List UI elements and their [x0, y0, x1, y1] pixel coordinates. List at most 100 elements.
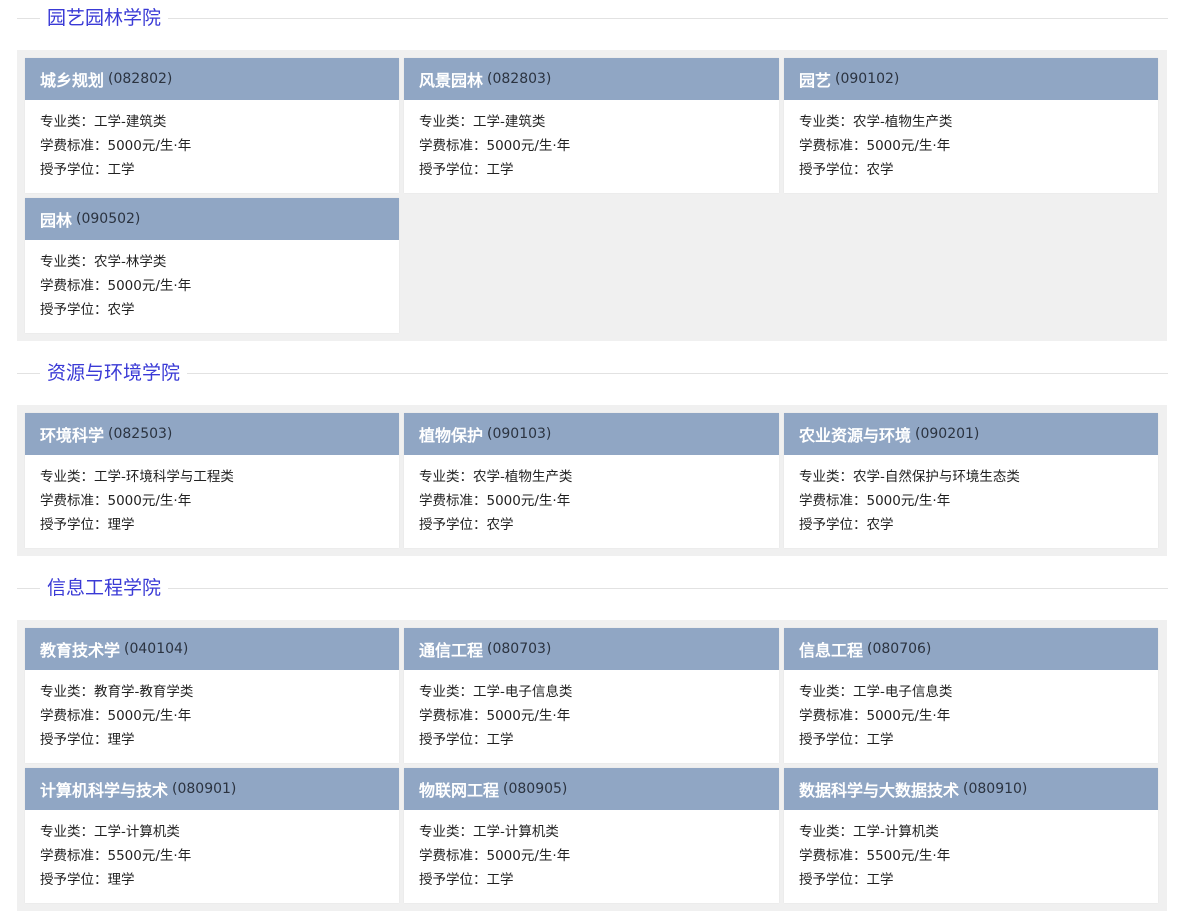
section-title: 信息工程学院	[40, 574, 169, 602]
major-card-body: 专业类：农学-林学类 学费标准：5000元/生·年 授予学位：农学	[25, 240, 399, 325]
major-card[interactable]: 园艺 (090102) 专业类：农学-植物生产类 学费标准：5000元/生·年 …	[784, 58, 1158, 193]
major-card[interactable]: 数据科学与大数据技术 (080910) 专业类：工学-计算机类 学费标准：550…	[784, 768, 1158, 903]
major-card[interactable]: 园林 (090502) 专业类：农学-林学类 学费标准：5000元/生·年 授予…	[25, 198, 399, 333]
major-card-header[interactable]: 农业资源与环境 (090201)	[784, 413, 1158, 455]
major-category: 专业类：工学-建筑类	[40, 114, 167, 130]
major-card[interactable]: 计算机科学与技术 (080901) 专业类：工学-计算机类 学费标准：5500元…	[25, 768, 399, 903]
section-header: 资源与环境学院	[0, 355, 1189, 391]
major-name-link[interactable]: 植物保护	[419, 422, 483, 446]
major-fee: 学费标准：5000元/生·年	[799, 708, 951, 724]
major-code: (040104)	[124, 641, 189, 657]
major-code: (080706)	[867, 641, 932, 657]
section-divider	[17, 588, 1168, 589]
major-code: (080910)	[963, 781, 1028, 797]
major-fee: 学费标准：5500元/生·年	[40, 848, 192, 864]
major-category: 专业类：工学-计算机类	[419, 824, 559, 840]
major-fee: 学费标准：5000元/生·年	[40, 278, 192, 294]
major-code: (090201)	[915, 426, 980, 442]
major-fee: 学费标准：5000元/生·年	[419, 493, 571, 509]
major-card[interactable]: 教育技术学 (040104) 专业类：教育学-教育学类 学费标准：5000元/生…	[25, 628, 399, 763]
major-name-link[interactable]: 农业资源与环境	[799, 422, 911, 446]
major-card[interactable]: 植物保护 (090103) 专业类：农学-植物生产类 学费标准：5000元/生·…	[404, 413, 779, 548]
major-degree: 授予学位：工学	[40, 162, 135, 178]
major-card-body: 专业类：工学-建筑类 学费标准：5000元/生·年 授予学位：工学	[404, 100, 779, 185]
major-code: (082803)	[487, 71, 552, 87]
major-card[interactable]: 环境科学 (082503) 专业类：工学-环境科学与工程类 学费标准：5000元…	[25, 413, 399, 548]
major-category: 专业类：工学-计算机类	[799, 824, 939, 840]
major-name-link[interactable]: 计算机科学与技术	[40, 777, 168, 801]
major-card-header[interactable]: 信息工程 (080706)	[784, 628, 1158, 670]
major-fee: 学费标准：5000元/生·年	[40, 493, 192, 509]
major-category: 专业类：工学-环境科学与工程类	[40, 469, 234, 485]
major-name-link[interactable]: 风景园林	[419, 67, 483, 91]
major-fee: 学费标准：5000元/生·年	[799, 493, 951, 509]
major-degree: 授予学位：农学	[799, 517, 894, 533]
major-card[interactable]: 城乡规划 (082802) 专业类：工学-建筑类 学费标准：5000元/生·年 …	[25, 58, 399, 193]
major-card[interactable]: 信息工程 (080706) 专业类：工学-电子信息类 学费标准：5000元/生·…	[784, 628, 1158, 763]
major-category: 专业类：工学-电子信息类	[799, 684, 953, 700]
major-name-link[interactable]: 教育技术学	[40, 637, 120, 661]
major-card-header[interactable]: 风景园林 (082803)	[404, 58, 779, 100]
major-card-body: 专业类：工学-电子信息类 学费标准：5000元/生·年 授予学位：工学	[784, 670, 1158, 755]
major-fee: 学费标准：5000元/生·年	[40, 708, 192, 724]
college-section-horticulture: 园艺园林学院 城乡规划 (082802) 专业类：工学-建筑类 学费标准：500…	[0, 0, 1189, 341]
major-card[interactable]: 通信工程 (080703) 专业类：工学-电子信息类 学费标准：5000元/生·…	[404, 628, 779, 763]
major-card-body: 专业类：农学-植物生产类 学费标准：5000元/生·年 授予学位：农学	[404, 455, 779, 540]
major-card-header[interactable]: 植物保护 (090103)	[404, 413, 779, 455]
major-card[interactable]: 风景园林 (082803) 专业类：工学-建筑类 学费标准：5000元/生·年 …	[404, 58, 779, 193]
major-degree: 授予学位：工学	[799, 732, 894, 748]
major-card-header[interactable]: 环境科学 (082503)	[25, 413, 399, 455]
major-code: (090102)	[835, 71, 900, 87]
major-name-link[interactable]: 园艺	[799, 67, 831, 91]
major-card-header[interactable]: 通信工程 (080703)	[404, 628, 779, 670]
major-card-body: 专业类：农学-植物生产类 学费标准：5000元/生·年 授予学位：农学	[784, 100, 1158, 185]
section-divider	[17, 373, 1168, 374]
major-card-header[interactable]: 园林 (090502)	[25, 198, 399, 240]
section-header: 信息工程学院	[0, 570, 1189, 606]
major-card[interactable]: 物联网工程 (080905) 专业类：工学-计算机类 学费标准：5000元/生·…	[404, 768, 779, 903]
college-section-information-engineering: 信息工程学院 教育技术学 (040104) 专业类：教育学-教育学类 学费标准：…	[0, 570, 1189, 911]
major-name-link[interactable]: 环境科学	[40, 422, 104, 446]
major-code: (080703)	[487, 641, 552, 657]
major-code: (090103)	[487, 426, 552, 442]
major-card-body: 专业类：教育学-教育学类 学费标准：5000元/生·年 授予学位：理学	[25, 670, 399, 755]
major-card-header[interactable]: 计算机科学与技术 (080901)	[25, 768, 399, 810]
major-fee: 学费标准：5000元/生·年	[419, 138, 571, 154]
major-fee: 学费标准：5500元/生·年	[799, 848, 951, 864]
major-card-header[interactable]: 城乡规划 (082802)	[25, 58, 399, 100]
major-card-body: 专业类：工学-电子信息类 学费标准：5000元/生·年 授予学位：工学	[404, 670, 779, 755]
major-name-link[interactable]: 数据科学与大数据技术	[799, 777, 959, 801]
major-card-header[interactable]: 数据科学与大数据技术 (080910)	[784, 768, 1158, 810]
major-degree: 授予学位：理学	[40, 732, 135, 748]
major-code: (080905)	[503, 781, 568, 797]
major-card-header[interactable]: 园艺 (090102)	[784, 58, 1158, 100]
major-code: (090502)	[76, 211, 141, 227]
major-degree: 授予学位：工学	[419, 872, 514, 888]
major-card-body: 专业类：工学-计算机类 学费标准：5500元/生·年 授予学位：理学	[25, 810, 399, 895]
major-degree: 授予学位：工学	[419, 162, 514, 178]
major-name-link[interactable]: 通信工程	[419, 637, 483, 661]
major-degree: 授予学位：农学	[799, 162, 894, 178]
major-degree: 授予学位：工学	[799, 872, 894, 888]
major-grid: 教育技术学 (040104) 专业类：教育学-教育学类 学费标准：5000元/生…	[17, 620, 1167, 911]
major-card-body: 专业类：工学-计算机类 学费标准：5500元/生·年 授予学位：工学	[784, 810, 1158, 895]
major-name-link[interactable]: 城乡规划	[40, 67, 104, 91]
major-code: (080901)	[172, 781, 237, 797]
major-category: 专业类：工学-计算机类	[40, 824, 180, 840]
major-degree: 授予学位：农学	[40, 302, 135, 318]
major-grid: 环境科学 (082503) 专业类：工学-环境科学与工程类 学费标准：5000元…	[17, 405, 1167, 556]
major-card-body: 专业类：工学-建筑类 学费标准：5000元/生·年 授予学位：工学	[25, 100, 399, 185]
major-name-link[interactable]: 园林	[40, 207, 72, 231]
major-grid: 城乡规划 (082802) 专业类：工学-建筑类 学费标准：5000元/生·年 …	[17, 50, 1167, 341]
major-card-header[interactable]: 教育技术学 (040104)	[25, 628, 399, 670]
major-fee: 学费标准：5000元/生·年	[419, 848, 571, 864]
major-degree: 授予学位：工学	[419, 732, 514, 748]
major-code: (082802)	[108, 71, 173, 87]
major-card-header[interactable]: 物联网工程 (080905)	[404, 768, 779, 810]
major-name-link[interactable]: 信息工程	[799, 637, 863, 661]
major-category: 专业类：农学-自然保护与环境生态类	[799, 469, 1020, 485]
major-code: (082503)	[108, 426, 173, 442]
major-category: 专业类：工学-电子信息类	[419, 684, 573, 700]
major-card[interactable]: 农业资源与环境 (090201) 专业类：农学-自然保护与环境生态类 学费标准：…	[784, 413, 1158, 548]
major-name-link[interactable]: 物联网工程	[419, 777, 499, 801]
